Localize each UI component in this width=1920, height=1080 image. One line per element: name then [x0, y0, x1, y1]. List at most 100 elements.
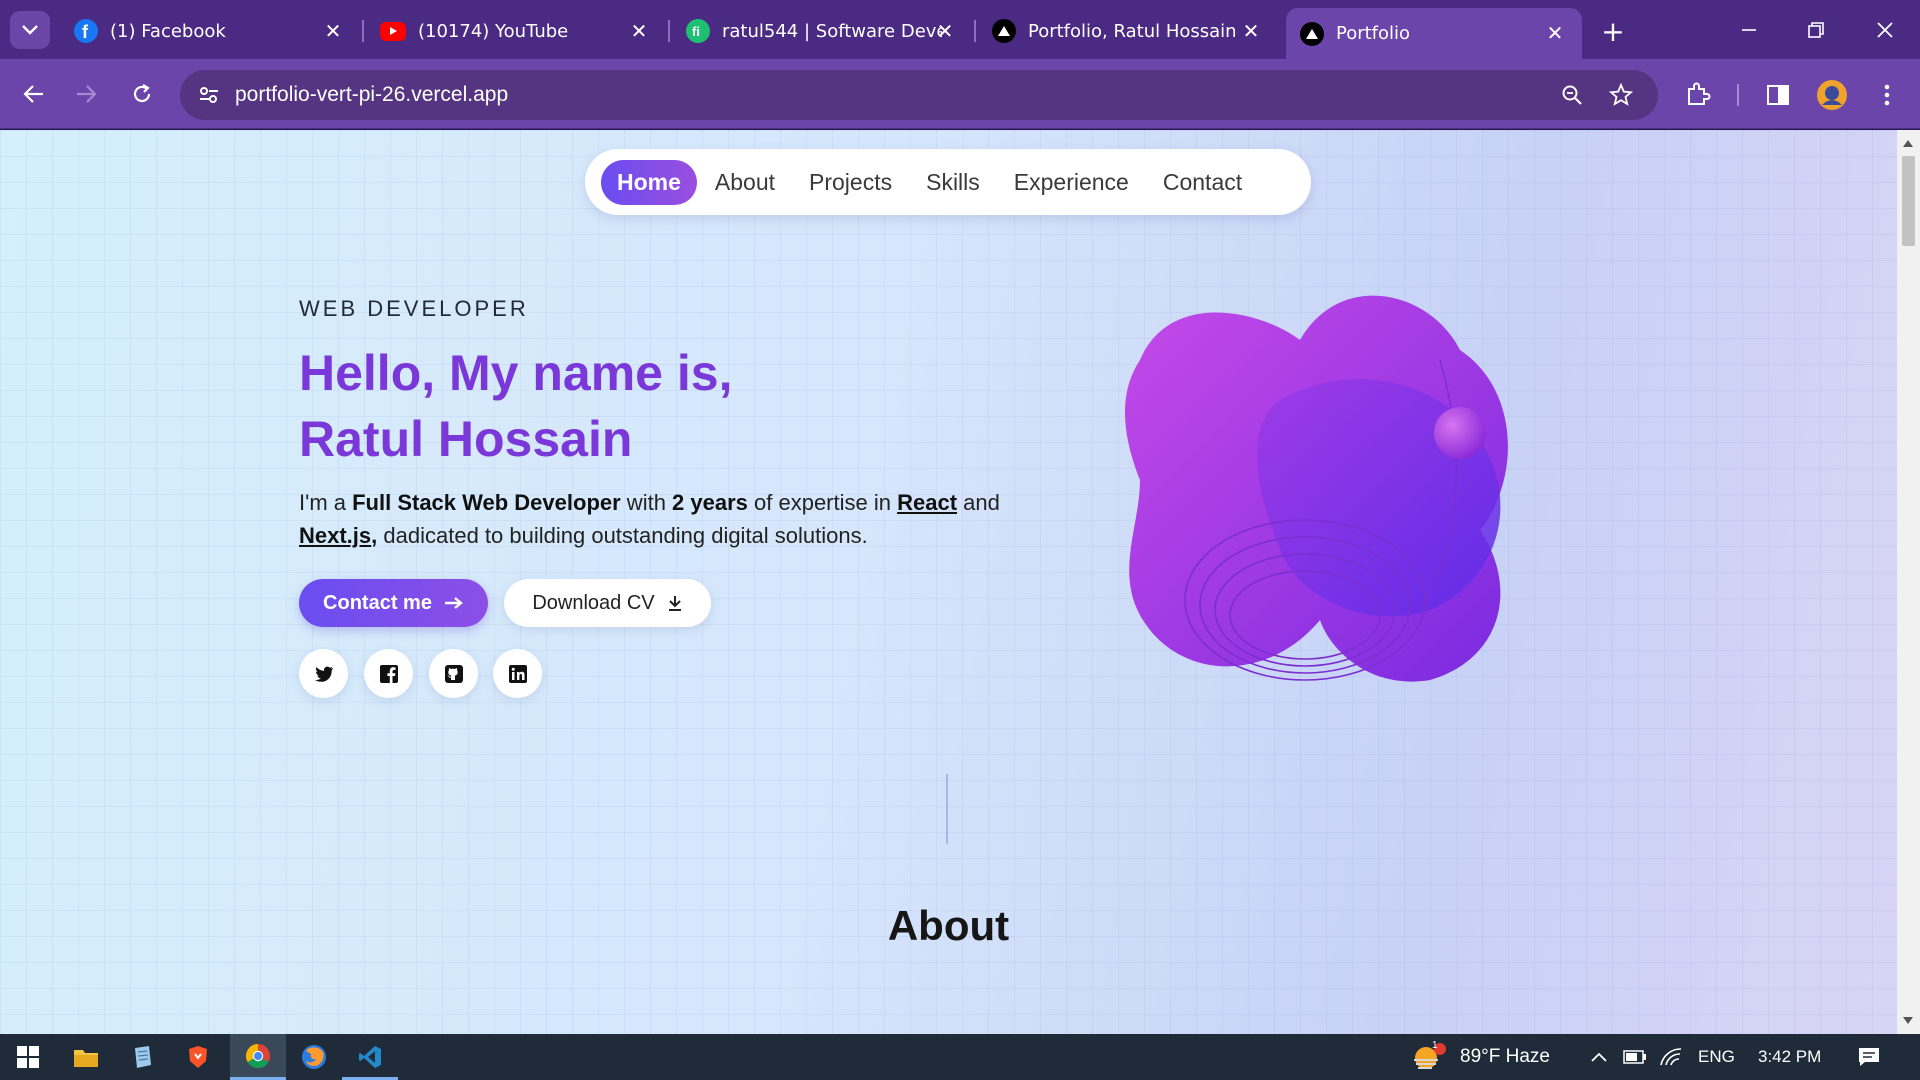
taskbar-notes-app[interactable] [114, 1034, 170, 1080]
youtube-icon [380, 21, 406, 41]
facebook-icon: f [74, 19, 98, 43]
tab-divider [974, 20, 976, 42]
tab-portfolio-ratul[interactable]: Portfolio, Ratul Hossain ✕ [978, 12, 1278, 50]
weather-text[interactable]: 89°F Haze [1460, 1046, 1550, 1068]
forward-button[interactable] [66, 74, 106, 114]
nav-about[interactable]: About [699, 160, 791, 205]
close-icon[interactable]: ✕ [626, 18, 652, 44]
nav-projects[interactable]: Projects [793, 160, 908, 205]
close-icon[interactable]: ✕ [1238, 18, 1264, 44]
clock-time[interactable]: 3:42 PM [1758, 1047, 1821, 1067]
vercel-icon [992, 19, 1016, 43]
hero-bio: I'm a Full Stack Web Developer with 2 ye… [299, 486, 1079, 552]
site-settings-icon[interactable] [194, 80, 224, 110]
taskbar-chrome[interactable] [230, 1034, 286, 1080]
contact-me-label: Contact me [323, 591, 432, 614]
tab-title: ratul544 | Software Devel [722, 20, 942, 42]
vercel-icon [1300, 21, 1324, 46]
tab-fiverr[interactable]: fi ratul544 | Software Devel ✕ [672, 12, 972, 50]
tab-youtube[interactable]: (10174) YouTube ✕ [366, 12, 666, 50]
scroll-down-arrow-icon[interactable] [1903, 1017, 1913, 1024]
decor-sphere [1434, 407, 1486, 459]
taskbar-file-explorer[interactable] [58, 1034, 114, 1080]
tab-facebook[interactable]: f (1) Facebook ✕ [60, 12, 360, 50]
bookmark-star-icon[interactable] [1606, 80, 1636, 110]
avatar-icon [1817, 80, 1847, 110]
firefox-icon [302, 1045, 326, 1069]
twitter-link[interactable] [299, 649, 348, 698]
linkedin-link[interactable] [493, 649, 542, 698]
svg-text:f: f [82, 22, 89, 40]
menu-button[interactable] [1869, 77, 1905, 113]
bio-text: dadicated to building outstanding digita… [377, 523, 868, 548]
bio-text: with [620, 490, 673, 515]
download-cv-button[interactable]: Download CV [504, 579, 711, 627]
fiverr-icon: fi [686, 19, 710, 43]
nav-experience[interactable]: Experience [998, 160, 1145, 205]
page-scrollbar[interactable] [1897, 130, 1920, 1034]
close-icon[interactable]: ✕ [932, 18, 958, 44]
tab-strip: f (1) Facebook ✕ (10174) YouTube ✕ fi ra… [0, 0, 1920, 59]
language-indicator[interactable]: ENG [1698, 1047, 1735, 1067]
wifi-icon[interactable] [1646, 1034, 1696, 1080]
taskbar-brave[interactable] [170, 1034, 226, 1080]
start-button[interactable] [0, 1034, 56, 1080]
linkedin-icon [508, 664, 527, 683]
bio-nextjs-link[interactable]: Next.js [299, 523, 371, 548]
download-icon [668, 596, 681, 611]
brave-icon [189, 1046, 207, 1068]
tab-title: Portfolio, Ratul Hossain [1028, 20, 1237, 42]
restore-icon [1808, 22, 1824, 38]
scrollbar-thumb[interactable] [1902, 156, 1915, 246]
page-viewport: Home About Projects Skills Experience Co… [0, 130, 1897, 1034]
taskbar-firefox[interactable] [286, 1034, 342, 1080]
reload-icon [133, 84, 151, 103]
taskbar-vscode[interactable] [342, 1034, 398, 1080]
scroll-up-arrow-icon[interactable] [1903, 140, 1913, 147]
twitter-icon [314, 666, 333, 682]
arrow-right-icon [77, 85, 97, 103]
hero-heading: Hello, My name is, Ratul Hossain [299, 340, 732, 472]
extensions-button[interactable] [1680, 77, 1716, 113]
role-eyebrow: WEB DEVELOPER [299, 296, 529, 321]
bio-years: 2 years [672, 490, 748, 515]
side-panel-button[interactable] [1760, 77, 1796, 113]
kebab-menu-icon [1884, 84, 1890, 106]
facebook-icon [379, 664, 398, 683]
bio-text: of expertise in [747, 490, 898, 515]
address-bar[interactable]: portfolio-vert-pi-26.vercel.app [180, 70, 1658, 120]
nav-skills[interactable]: Skills [910, 160, 996, 205]
vscode-icon [359, 1046, 381, 1068]
scroll-indicator-line [946, 774, 948, 844]
close-icon[interactable]: ✕ [1542, 20, 1568, 46]
weather-widget-icon[interactable]: 1 [1406, 1034, 1450, 1080]
nav-contact[interactable]: Contact [1147, 160, 1258, 205]
notification-center-button[interactable] [1844, 1034, 1894, 1080]
tab-search-button[interactable] [10, 11, 50, 49]
side-panel-icon [1767, 85, 1789, 105]
close-icon[interactable]: ✕ [320, 18, 346, 44]
main-navbar: Home About Projects Skills Experience Co… [585, 149, 1311, 215]
github-icon [444, 664, 463, 683]
minimize-button[interactable] [1724, 10, 1774, 50]
bio-react-link[interactable]: React [897, 490, 957, 515]
facebook-link[interactable] [364, 649, 413, 698]
tab-portfolio-active[interactable]: Portfolio ✕ [1286, 8, 1582, 59]
profile-avatar[interactable] [1814, 77, 1850, 113]
hero-heading-line2: Ratul Hossain [299, 411, 633, 467]
puzzle-icon [1688, 82, 1711, 105]
close-window-button[interactable] [1860, 10, 1910, 50]
zoom-icon[interactable] [1557, 80, 1587, 110]
github-link[interactable] [429, 649, 478, 698]
close-icon [1877, 22, 1893, 38]
reload-button[interactable] [122, 74, 162, 114]
nav-home[interactable]: Home [601, 159, 697, 205]
restore-button[interactable] [1791, 10, 1841, 50]
new-tab-button[interactable]: + [1596, 14, 1630, 48]
notepad-icon [135, 1046, 151, 1068]
tab-divider [668, 20, 670, 42]
bio-role: Full Stack Web Developer [352, 490, 621, 515]
tab-title: (1) Facebook [110, 20, 226, 42]
contact-me-button[interactable]: Contact me [299, 579, 488, 627]
back-button[interactable] [14, 74, 54, 114]
